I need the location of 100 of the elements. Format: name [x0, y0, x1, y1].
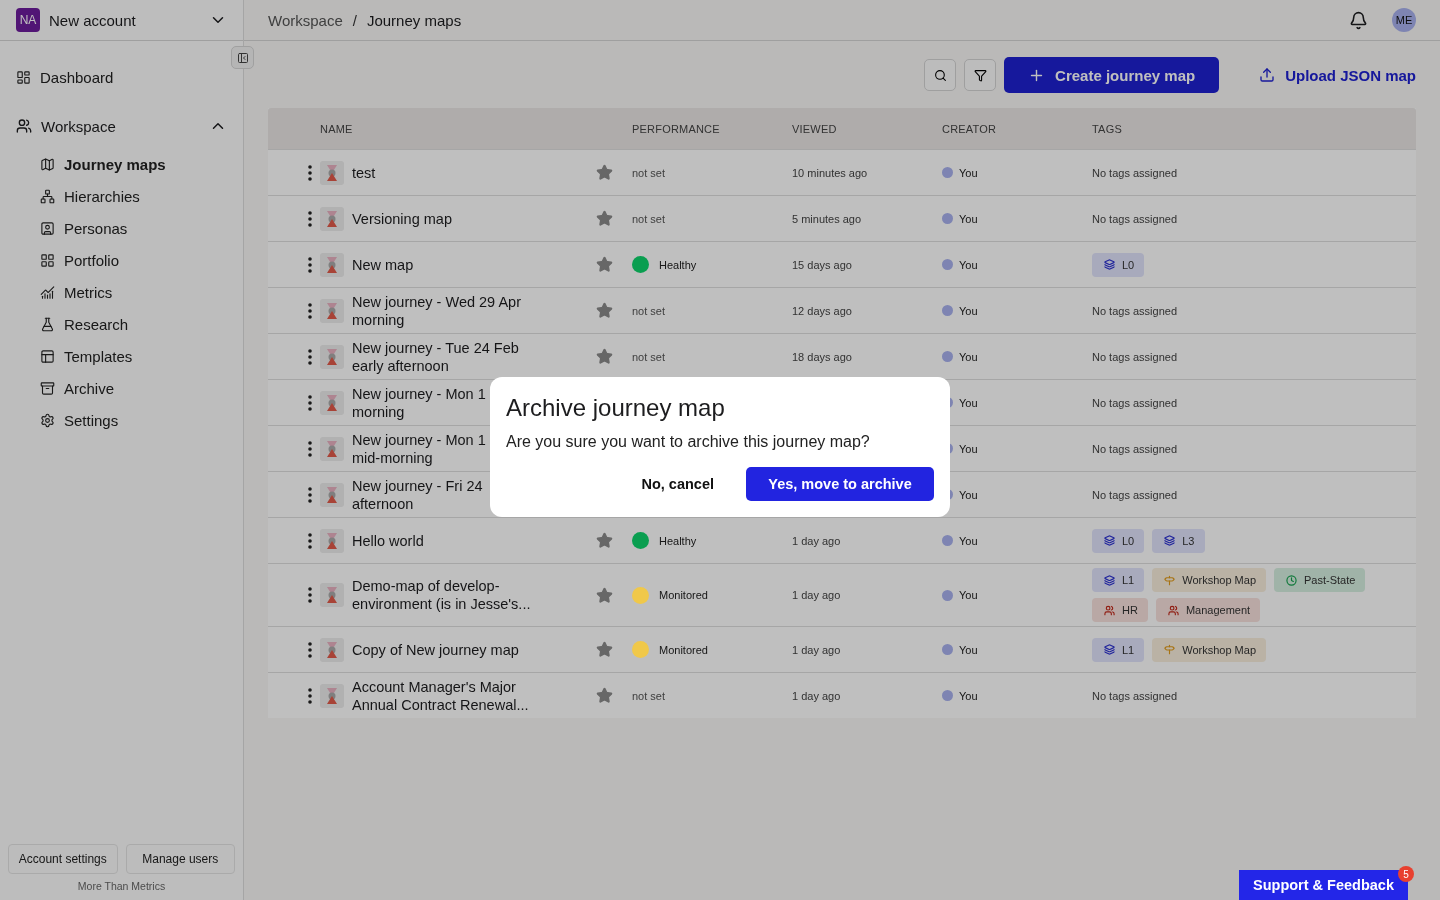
favorite-star-icon[interactable] [596, 532, 613, 549]
favorite-star-icon[interactable] [596, 164, 613, 181]
people-icon [1104, 604, 1115, 616]
search-icon [933, 68, 947, 82]
notification-icon[interactable] [1349, 10, 1368, 30]
more-options-icon[interactable] [308, 641, 312, 658]
no-tags-text: No tags assigned [1092, 304, 1178, 317]
creator-name: You [959, 589, 978, 601]
sidebar-item[interactable]: Metrics [16, 276, 227, 308]
sidebar-section[interactable]: Workspace [16, 110, 227, 142]
layout-icon [40, 348, 55, 364]
map-name[interactable]: Hello world [352, 531, 596, 550]
breadcrumb-item[interactable]: Workspace [268, 11, 343, 29]
map-name[interactable]: Account Manager's Major Annual Contract Renewal... [352, 677, 596, 714]
map-name[interactable]: Copy of New journey map [352, 640, 596, 659]
sidebar-item[interactable]: Portfolio [16, 244, 227, 276]
no-tags-text: No tags assigned [1092, 689, 1178, 702]
collapse-sidebar-button[interactable] [231, 46, 254, 69]
tag: L0 [1092, 252, 1145, 277]
sidebar-item[interactable]: Dashboard [16, 61, 227, 93]
sidebar-item[interactable]: Templates [16, 340, 227, 372]
viewed-time: 1 day ago [792, 534, 842, 547]
more-options-icon[interactable] [308, 164, 312, 181]
avatar-icon [942, 690, 953, 701]
favorite-star-icon[interactable] [596, 348, 613, 365]
more-options-icon[interactable] [308, 687, 312, 704]
map-name[interactable]: Demo-map of develop- environment (is in Jesse's... [352, 577, 596, 613]
performance-text: not set [632, 304, 666, 317]
tag: Management [1155, 598, 1261, 622]
create-button[interactable]: Create journey map [1004, 57, 1220, 93]
tag: Workshop Map [1152, 637, 1267, 662]
confirm-button[interactable]: Yes, move to archive [746, 467, 934, 501]
sidebar-item[interactable]: Personas [16, 212, 227, 244]
signpost-icon [1164, 644, 1176, 655]
upload-link[interactable]: Upload JSON map [1251, 66, 1416, 84]
footer-button[interactable]: Manage users [125, 844, 235, 874]
tag: L3 [1152, 528, 1205, 553]
thumbnail-icon [320, 344, 344, 369]
thumbnail-icon [320, 252, 344, 277]
dialog-title: Archive journey map [506, 393, 726, 423]
favorite-star-icon[interactable] [596, 210, 613, 227]
tag: L1 [1092, 568, 1145, 592]
thumbnail-icon [320, 482, 344, 507]
sidebar-item[interactable]: Hierarchies [16, 180, 227, 212]
performance-text: not set [632, 166, 666, 179]
more-options-icon[interactable] [308, 440, 312, 457]
brand-text: More Than Metrics [77, 880, 166, 892]
layers-icon [1104, 535, 1115, 546]
breadcrumb-item[interactable]: Journey maps [366, 11, 462, 29]
thumbnail-icon [320, 583, 344, 607]
clock-icon [1286, 574, 1298, 586]
thumbnail-icon [320, 390, 344, 415]
creator-name: You [959, 212, 978, 225]
creator-name: You [959, 350, 978, 363]
favorite-star-icon[interactable] [596, 302, 613, 319]
more-options-icon[interactable] [308, 532, 312, 549]
more-options-icon[interactable] [308, 486, 312, 503]
no-tags-text: No tags assigned [1092, 212, 1178, 225]
more-options-icon[interactable] [308, 587, 312, 603]
search-button[interactable] [924, 59, 957, 91]
map-icon [40, 156, 55, 172]
map-name[interactable]: New journey - Tue 24 Feb early afternoon [352, 338, 596, 375]
favorite-star-icon[interactable] [596, 641, 613, 658]
creator-name: You [959, 258, 978, 271]
sidebar-item[interactable]: Research [16, 308, 227, 340]
map-name[interactable]: New journey - Wed 29 Apr morning [352, 292, 596, 329]
avatar-icon [942, 644, 953, 655]
more-options-icon[interactable] [308, 302, 312, 319]
creator-name: You [959, 396, 978, 409]
favorite-star-icon[interactable] [596, 687, 613, 704]
filter-button[interactable] [964, 59, 997, 91]
viewed-time: 10 minutes ago [792, 166, 869, 179]
sidebar-item[interactable]: Settings [16, 404, 227, 436]
avatar-icon [942, 167, 953, 178]
account-name[interactable]: New account [49, 11, 200, 29]
avatar-icon [942, 535, 953, 546]
creator-name: You [959, 534, 978, 547]
map-name[interactable]: New map [352, 255, 596, 274]
more-options-icon[interactable] [308, 210, 312, 227]
performance-text: Monitored [659, 589, 708, 601]
more-options-icon[interactable] [308, 348, 312, 365]
more-options-icon[interactable] [308, 394, 312, 411]
avatar-icon [942, 213, 953, 224]
map-name[interactable]: test [352, 163, 596, 182]
avatar-icon [942, 305, 953, 316]
creator-name: You [959, 488, 978, 501]
no-tags-text: No tags assigned [1092, 488, 1178, 501]
favorite-star-icon[interactable] [596, 256, 613, 273]
no-tags-text: No tags assigned [1092, 166, 1178, 179]
user-avatar[interactable]: ME [1392, 8, 1416, 32]
footer-button[interactable]: Account settings [8, 844, 118, 874]
performance-text: not set [632, 212, 666, 225]
thumbnail-icon [320, 683, 344, 708]
map-name[interactable]: Versioning map [352, 209, 596, 228]
favorite-star-icon[interactable] [596, 586, 613, 604]
sidebar-item[interactable]: Journey maps [16, 148, 227, 180]
sidebar-item[interactable]: Archive [16, 372, 227, 404]
layers-icon [1104, 259, 1115, 270]
no-tags-text: No tags assigned [1092, 350, 1178, 363]
more-options-icon[interactable] [308, 256, 312, 273]
